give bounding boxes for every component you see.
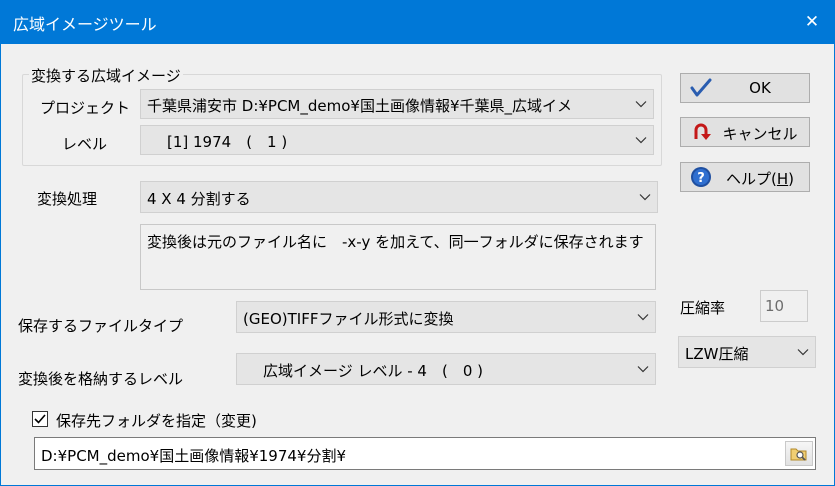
chevron-down-icon <box>791 337 815 367</box>
checkmark-icon <box>34 414 46 424</box>
convert-label: 変換処理 <box>37 190 98 208</box>
close-icon: ✕ <box>804 12 820 32</box>
filetype-select-value: (GEO)TIFFファイル形式に変換 <box>243 310 454 328</box>
checkmark-icon <box>689 77 713 99</box>
ok-button[interactable]: OK <box>680 73 810 103</box>
folder-search-icon <box>790 448 807 461</box>
folder-path-input[interactable]: D:¥PCM_demo¥国土画像情報¥1974¥分割¥ <box>34 437 816 470</box>
cancel-button[interactable]: キャンセル <box>680 117 810 147</box>
undo-arrow-icon <box>689 121 713 143</box>
filetype-label: 保存するファイルタイプ <box>18 317 184 335</box>
compression-rate-input[interactable]: 10 <box>760 290 808 322</box>
convert-description: 変換後は元のファイル名に -x-y を加えて、同一フォルダに保存されます <box>147 233 644 251</box>
window-title: 広域イメージツール <box>13 15 157 34</box>
compression-rate-label: 圧縮率 <box>680 299 726 317</box>
target-level-select-value: 広域イメージ レベル - 4 ( 0 ) <box>263 362 483 380</box>
close-button[interactable]: ✕ <box>789 0 835 44</box>
chevron-down-icon <box>631 354 655 384</box>
project-label: プロジェクト <box>40 99 131 117</box>
compression-rate-value: 10 <box>765 297 785 315</box>
compression-method-select[interactable]: LZW圧縮 <box>678 336 816 368</box>
chevron-down-icon <box>629 90 653 118</box>
compression-method-value: LZW圧縮 <box>685 345 749 363</box>
chevron-down-icon <box>631 302 655 332</box>
help-icon: ? <box>689 166 713 188</box>
browse-folder-button[interactable] <box>785 441 813 466</box>
target-level-select[interactable]: 広域イメージ レベル - 4 ( 0 ) <box>236 353 656 385</box>
chevron-down-icon <box>633 182 657 212</box>
convert-description-box: 変換後は元のファイル名に -x-y を加えて、同一フォルダに保存されます <box>140 224 656 290</box>
specify-folder-checkbox[interactable] <box>32 411 48 427</box>
chevron-down-icon <box>629 126 653 154</box>
level-select-value: [1] 1974 ( 1 ) <box>167 133 288 151</box>
group-legend: 変換する広域イメージ <box>29 65 183 86</box>
svg-text:?: ? <box>697 171 705 186</box>
cancel-label: キャンセル <box>722 125 798 143</box>
folder-path-value: D:¥PCM_demo¥国土画像情報¥1974¥分割¥ <box>41 447 346 465</box>
convert-select[interactable]: 4 X 4 分割する <box>140 181 658 213</box>
ok-label: OK <box>749 79 771 97</box>
help-button[interactable]: ? ヘルプ(H) <box>680 162 810 192</box>
filetype-select[interactable]: (GEO)TIFFファイル形式に変換 <box>236 301 656 333</box>
level-label: レベル <box>62 135 108 153</box>
specify-folder-label: 保存先フォルダを指定（変更) <box>56 412 257 430</box>
project-select-value: 千葉県浦安市 D:¥PCM_demo¥国土画像情報¥千葉県_広域イメ <box>147 97 573 115</box>
help-label: ヘルプ(H) <box>726 170 794 188</box>
level-select[interactable]: [1] 1974 ( 1 ) <box>140 125 654 155</box>
convert-select-value: 4 X 4 分割する <box>147 190 251 208</box>
target-level-label: 変換後を格納するレベル <box>18 370 184 388</box>
title-bar: 広域イメージツール ✕ <box>0 0 835 44</box>
project-select[interactable]: 千葉県浦安市 D:¥PCM_demo¥国土画像情報¥千葉県_広域イメ <box>140 89 654 119</box>
